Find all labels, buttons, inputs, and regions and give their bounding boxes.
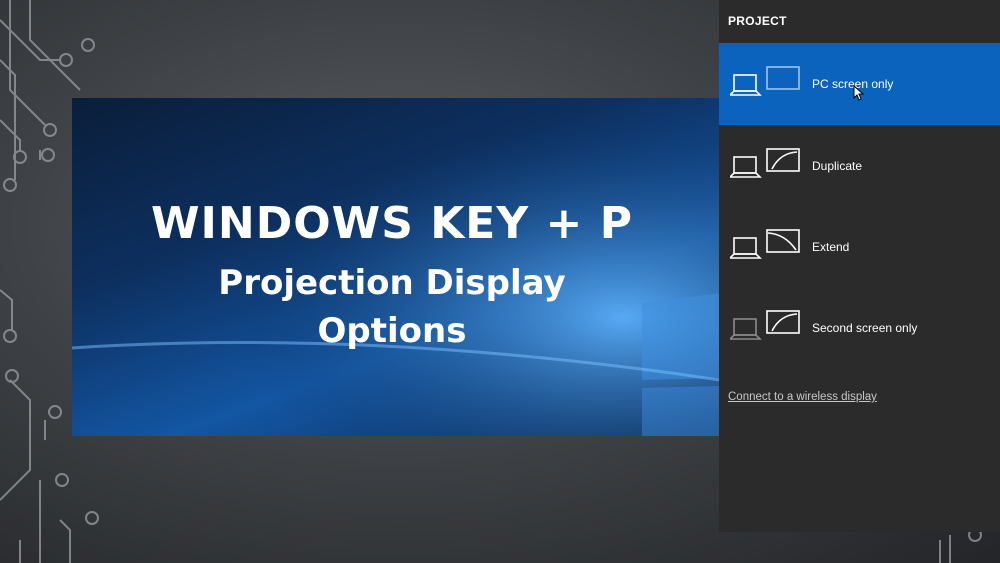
option-label: Extend xyxy=(812,240,850,254)
option-label: Duplicate xyxy=(812,159,863,173)
slide-subtitle-line1: Projection Display xyxy=(218,263,566,303)
presentation-slide: WINDOWS KEY + P Projection Display Optio… xyxy=(72,98,720,436)
duplicate-icon xyxy=(730,148,800,178)
slide-title: WINDOWS KEY + P xyxy=(151,198,633,249)
extend-icon xyxy=(730,229,800,259)
connect-wireless-display-link[interactable]: Connect to a wireless display xyxy=(728,391,877,403)
option-pc-screen-only[interactable]: PC screen only xyxy=(719,43,1000,125)
project-panel: PROJECT PC screen only Duplicate Extend … xyxy=(719,0,1000,532)
option-extend[interactable]: Extend xyxy=(719,206,1000,288)
slide-subtitle-line2: Options xyxy=(317,311,467,351)
option-duplicate[interactable]: Duplicate xyxy=(719,125,1000,207)
mouse-cursor-icon xyxy=(853,85,865,101)
pc-screen-only-icon xyxy=(730,66,800,96)
panel-title: PROJECT xyxy=(728,14,787,28)
second-screen-only-icon xyxy=(730,310,800,340)
option-label: Second screen only xyxy=(812,321,918,335)
option-second-screen-only[interactable]: Second screen only xyxy=(719,287,1000,369)
